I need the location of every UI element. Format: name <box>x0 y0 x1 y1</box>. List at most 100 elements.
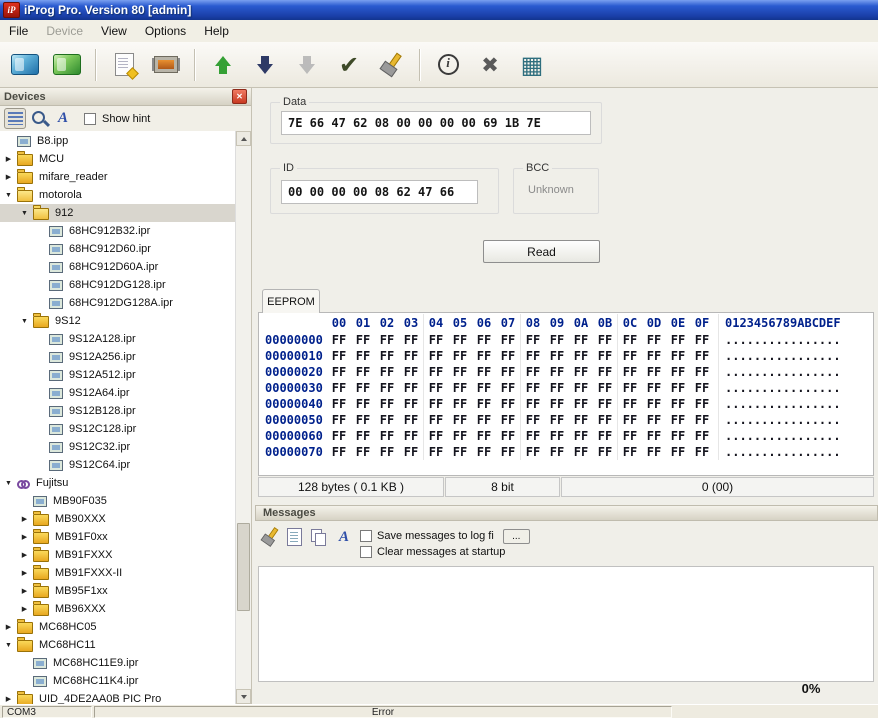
hex-byte[interactable]: FF <box>399 428 423 444</box>
collapsed-icon[interactable]: ▶ <box>18 551 31 559</box>
hex-byte[interactable]: FF <box>520 348 545 364</box>
tree-item[interactable]: ▶ MB90XXX <box>0 510 236 528</box>
copy-messages-button[interactable] <box>308 526 330 548</box>
hex-byte[interactable]: FF <box>423 412 448 428</box>
tree-item[interactable]: ▶ MCU <box>0 150 236 168</box>
hex-byte[interactable]: FF <box>642 348 666 364</box>
hex-byte[interactable]: FF <box>472 332 496 348</box>
tree-item[interactable]: ▼ MC68HC11 <box>0 636 236 654</box>
hex-byte[interactable]: FF <box>375 348 399 364</box>
hex-byte[interactable]: FF <box>448 412 472 428</box>
hex-byte[interactable]: FF <box>569 332 593 348</box>
new-file-button[interactable] <box>105 47 143 83</box>
hex-byte[interactable]: FF <box>520 364 545 380</box>
clear-messages-broom-button[interactable] <box>258 526 280 548</box>
hex-ascii[interactable]: ................ <box>718 348 853 364</box>
hex-ascii[interactable]: ................ <box>718 412 853 428</box>
hex-byte[interactable]: FF <box>448 348 472 364</box>
font-button[interactable]: A <box>52 108 74 129</box>
hex-byte[interactable]: FF <box>520 332 545 348</box>
hex-byte[interactable]: FF <box>399 444 423 460</box>
hex-byte[interactable]: FF <box>375 380 399 396</box>
menu-item-options[interactable]: Options <box>136 22 195 40</box>
hex-byte[interactable]: FF <box>472 364 496 380</box>
hex-byte[interactable]: FF <box>423 348 448 364</box>
tree-item[interactable]: 68HC912D60.ipr <box>0 240 236 258</box>
hex-byte[interactable]: FF <box>593 428 617 444</box>
hex-byte[interactable]: FF <box>569 412 593 428</box>
clear-messages-checkbox[interactable] <box>360 546 372 558</box>
tree-item[interactable]: ▼ Fujitsu <box>0 474 236 492</box>
hex-byte[interactable]: FF <box>520 444 545 460</box>
messages-font-button[interactable]: A <box>333 526 355 548</box>
tree-item[interactable]: 9S12A128.ipr <box>0 330 236 348</box>
tree-item[interactable]: MB90F035 <box>0 492 236 510</box>
hex-byte[interactable]: FF <box>423 364 448 380</box>
hex-byte[interactable]: FF <box>472 396 496 412</box>
hex-byte[interactable]: FF <box>593 380 617 396</box>
read-button[interactable]: Read <box>483 240 600 263</box>
hex-byte[interactable]: FF <box>617 348 642 364</box>
hex-byte[interactable]: FF <box>423 332 448 348</box>
hex-byte[interactable]: FF <box>666 428 690 444</box>
tree-item[interactable]: ▶ MB91FXXX-II <box>0 564 236 582</box>
id-field[interactable]: 00 00 00 00 08 62 47 66 <box>281 180 478 204</box>
tree-item[interactable]: MC68HC11E9.ipr <box>0 654 236 672</box>
tree-item[interactable]: ▶ MB96XXX <box>0 600 236 618</box>
tree-item[interactable]: ▶ UID_4DE2AA0B PIC Pro <box>0 690 236 704</box>
tree-item[interactable]: ▶ MB95F1xx <box>0 582 236 600</box>
hex-byte[interactable]: FF <box>496 332 520 348</box>
hex-byte[interactable]: FF <box>472 412 496 428</box>
hex-byte[interactable]: FF <box>593 332 617 348</box>
tree-item[interactable]: ▶ mifare_reader <box>0 168 236 186</box>
devices-close-button[interactable] <box>232 89 247 104</box>
collapsed-icon[interactable]: ▶ <box>18 533 31 541</box>
hex-byte[interactable]: FF <box>569 348 593 364</box>
hex-byte[interactable]: FF <box>448 444 472 460</box>
tree-item[interactable]: 9S12C128.ipr <box>0 420 236 438</box>
hex-byte[interactable]: FF <box>617 444 642 460</box>
tree-item[interactable]: ▼ motorola <box>0 186 236 204</box>
hex-byte[interactable]: FF <box>545 412 569 428</box>
hex-byte[interactable]: FF <box>666 380 690 396</box>
hex-byte[interactable]: FF <box>472 348 496 364</box>
tree-item[interactable]: 9S12A512.ipr <box>0 366 236 384</box>
expanded-icon[interactable]: ▼ <box>2 480 15 487</box>
hex-byte[interactable]: FF <box>375 412 399 428</box>
hex-byte[interactable]: FF <box>327 364 351 380</box>
collapsed-icon[interactable]: ▶ <box>18 587 31 595</box>
collapsed-icon[interactable]: ▶ <box>2 155 15 163</box>
hex-byte[interactable]: FF <box>545 444 569 460</box>
hex-byte[interactable]: FF <box>448 364 472 380</box>
hex-byte[interactable]: FF <box>399 412 423 428</box>
save-programmer-button[interactable] <box>48 47 86 83</box>
hex-ascii[interactable]: ................ <box>718 444 853 460</box>
hex-byte[interactable]: FF <box>448 428 472 444</box>
hex-byte[interactable]: FF <box>690 348 714 364</box>
hex-byte[interactable]: FF <box>327 332 351 348</box>
data-field[interactable]: 7E 66 47 62 08 00 00 00 00 69 1B 7E <box>281 111 591 135</box>
hex-byte[interactable]: FF <box>617 364 642 380</box>
tree-item[interactable]: B8.ipp <box>0 132 236 150</box>
hex-byte[interactable]: FF <box>496 348 520 364</box>
tree-item[interactable]: MC68HC11K4.ipr <box>0 672 236 690</box>
hex-byte[interactable]: FF <box>351 428 375 444</box>
calculator-button[interactable]: ▦ <box>513 47 551 83</box>
tree-item[interactable]: ▶ MB91FXXX <box>0 546 236 564</box>
tree-item[interactable]: 68HC912DG128.ipr <box>0 276 236 294</box>
hex-byte[interactable]: FF <box>545 364 569 380</box>
expanded-icon[interactable]: ▼ <box>18 210 31 217</box>
tab-eeprom[interactable]: EEPROM <box>262 289 320 313</box>
expanded-icon[interactable]: ▼ <box>2 642 15 649</box>
hex-byte[interactable]: FF <box>423 380 448 396</box>
tree-item[interactable]: ▶ MB91F0xx <box>0 528 236 546</box>
collapsed-icon[interactable]: ▶ <box>18 569 31 577</box>
tree-item[interactable]: ▶ MC68HC05 <box>0 618 236 636</box>
hex-byte[interactable]: FF <box>423 444 448 460</box>
hex-byte[interactable]: FF <box>520 380 545 396</box>
hex-byte[interactable]: FF <box>569 396 593 412</box>
hex-byte[interactable]: FF <box>472 444 496 460</box>
hex-byte[interactable]: FF <box>617 332 642 348</box>
hex-byte[interactable]: FF <box>690 444 714 460</box>
hex-byte[interactable]: FF <box>399 348 423 364</box>
